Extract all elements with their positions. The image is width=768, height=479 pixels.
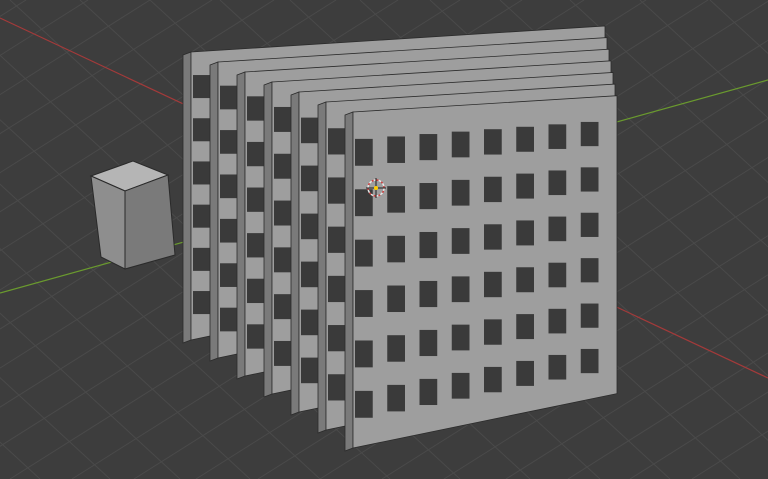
window	[355, 239, 373, 267]
window	[548, 262, 567, 288]
building-array-object[interactable]	[182, 25, 618, 452]
viewport-scene[interactable]	[0, 0, 768, 479]
window	[548, 124, 567, 149]
window	[387, 235, 405, 263]
window	[328, 275, 348, 303]
panel-edge	[182, 51, 192, 344]
window	[419, 280, 438, 308]
panel-edge	[263, 81, 273, 398]
window	[484, 224, 502, 250]
window	[580, 167, 599, 192]
window	[355, 290, 373, 317]
panel-edge	[290, 91, 300, 416]
window	[484, 129, 502, 155]
window	[451, 372, 470, 399]
cursor-center	[374, 186, 378, 190]
window	[451, 179, 470, 206]
window	[451, 324, 470, 351]
window	[580, 212, 599, 237]
window	[548, 170, 567, 196]
window	[387, 186, 405, 213]
window	[355, 340, 373, 368]
window	[387, 335, 405, 362]
window	[484, 176, 502, 203]
window	[580, 258, 599, 283]
panel-edge	[236, 71, 246, 380]
window	[548, 354, 567, 380]
window	[387, 285, 405, 313]
window	[580, 303, 599, 328]
window	[419, 134, 438, 161]
window	[328, 177, 348, 204]
window	[387, 136, 405, 163]
window	[419, 183, 438, 210]
window	[328, 325, 348, 352]
window	[328, 226, 348, 253]
window	[451, 131, 470, 158]
window	[451, 276, 470, 303]
window	[451, 228, 470, 254]
cube-right-face	[124, 174, 176, 270]
window	[419, 329, 438, 357]
window	[516, 126, 534, 152]
window	[484, 366, 502, 393]
grid-line	[0, 0, 89, 57]
window	[516, 360, 534, 386]
window	[355, 390, 373, 418]
panel-edge	[317, 101, 327, 434]
window	[580, 348, 599, 374]
window	[548, 216, 567, 242]
window	[516, 173, 534, 199]
window	[484, 271, 502, 298]
window	[516, 267, 534, 293]
grid-line	[639, 0, 768, 119]
window	[355, 138, 373, 166]
building-panel	[344, 95, 618, 452]
window	[328, 374, 348, 401]
window	[328, 128, 348, 155]
grid-line	[0, 0, 27, 17]
window	[548, 308, 567, 334]
panel-edge	[209, 61, 219, 362]
3d-viewport[interactable]	[0, 0, 768, 479]
window	[484, 319, 502, 345]
window	[419, 231, 438, 259]
grid-line	[629, 391, 768, 479]
cube-object[interactable]	[89, 160, 176, 270]
grid-line	[0, 376, 111, 479]
window	[516, 314, 534, 340]
window	[580, 121, 599, 147]
cube-left-face	[90, 175, 126, 270]
window	[516, 220, 534, 246]
grid-line	[691, 430, 768, 479]
window	[419, 378, 438, 406]
panel-edge	[344, 111, 354, 452]
window	[387, 384, 405, 412]
grid-line	[0, 441, 41, 479]
